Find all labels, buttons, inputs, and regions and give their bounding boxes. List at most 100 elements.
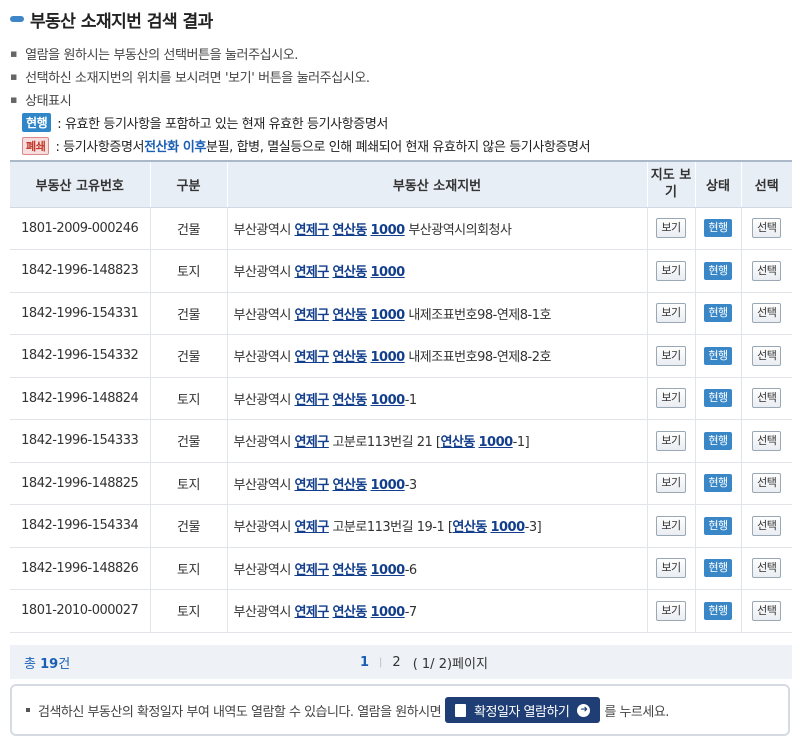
gu-link[interactable]: 연제구 [294,265,329,280]
cell-type: 건물 [150,419,228,463]
dong-link[interactable]: 연산동 [332,308,367,323]
map-view-button[interactable]: 보기 [656,218,686,239]
lot-number-link[interactable]: 1000 [371,308,406,323]
cell-address: 부산광역시 연제구 연산동 1000-3 [227,462,648,505]
cell-select: 선택 [741,249,792,293]
address-suffix: -6 [404,562,417,578]
map-view-button[interactable]: 보기 [656,345,686,366]
dong-link[interactable]: 연산동 [332,563,367,578]
table-row: 1842-1996-154333 건물 부산광역시 연제구 고분로113번길 21 … [10,419,792,463]
cell-id: 1842-1996-154334 [10,504,151,548]
lot-number-link[interactable]: 1000 [478,435,513,450]
dong-link[interactable]: 연산동 [332,605,367,620]
gu-link[interactable]: 연제구 [294,223,329,238]
select-button[interactable]: 선택 [752,473,782,494]
dong-link[interactable]: 연산동 [332,223,367,238]
current-status-badge: 현행 [22,113,52,132]
address-suffix: -7 [404,605,417,621]
lot-number-link[interactable]: 1000 [371,223,406,238]
address-prefix: 부산광역시 [233,605,295,621]
legend-closed-text-b: 분필, 합병, 멸실등으로 인해 폐쇄되어 현재 유효하지 않은 등기사항증명서 [206,140,591,155]
lot-number-link[interactable]: 1000 [371,265,406,280]
gu-link[interactable]: 연제구 [294,393,329,408]
bullet-icon: ▪ [10,93,18,106]
map-view-button[interactable]: 보기 [656,558,686,579]
dong-link[interactable]: 연산동 [332,350,367,365]
select-button[interactable]: 선택 [752,558,782,579]
cell-id: 1842-1996-148823 [10,249,151,293]
status-badge: 현행 [704,516,732,535]
cell-type: 토지 [150,249,228,293]
cell-status: 현행 [695,419,742,463]
page-2-link[interactable]: 2 [392,655,400,670]
select-button[interactable]: 선택 [752,345,782,366]
gu-link[interactable]: 연제구 [294,605,329,620]
map-view-button[interactable]: 보기 [656,388,686,409]
select-button[interactable]: 선택 [752,303,782,324]
cell-status: 현행 [695,207,742,250]
dong-link[interactable]: 연산동 [452,520,487,535]
address-suffix: -3] [524,520,542,536]
map-view-button[interactable]: 보기 [656,303,686,324]
view-confirmation-date-button[interactable]: 확정일자 열람하기 ➜ [445,697,601,723]
gu-link[interactable]: 연제구 [294,563,329,578]
select-button[interactable]: 선택 [752,388,782,409]
cell-type: 토지 [150,462,228,505]
map-view-button[interactable]: 보기 [656,515,686,536]
cell-id: 1842-1996-148825 [10,462,151,505]
lot-number-link[interactable]: 1000 [371,350,406,365]
table-row: 1842-1996-154334 건물 부산광역시 연제구 고분로113번길 19-… [10,504,792,548]
cell-id: 1842-1996-154333 [10,419,151,463]
results-table-container: 부동산 고유번호 구분 부동산 소재지번 지도 보기 상태 선택 1801-20… [10,160,792,633]
status-badge: 현행 [704,431,732,450]
cell-type: 건물 [150,334,228,378]
dong-link[interactable]: 연산동 [332,265,367,280]
select-button[interactable]: 선택 [752,218,782,239]
table-row: 1842-1996-148824 토지 부산광역시 연제구 연산동 1000-1 보기… [10,377,792,420]
status-badge: 현행 [704,559,732,578]
cell-type: 토지 [150,547,228,590]
cell-select: 선택 [741,547,792,590]
confirmation-date-notice: 검색하신 부동산의 확정일자 부여 내역도 열람할 수 있습니다. 열람을 원하… [10,684,790,736]
lot-number-link[interactable]: 1000 [371,605,406,620]
gu-link[interactable]: 연제구 [294,308,329,323]
legend-closed-highlight: 전산화 이후 [144,140,207,155]
select-button[interactable]: 선택 [752,260,782,281]
cell-id: 1801-2010-000027 [10,589,151,633]
gu-link[interactable]: 연제구 [294,478,329,493]
gu-link[interactable]: 연제구 [294,520,329,535]
lot-number-link[interactable]: 1000 [371,563,406,578]
cell-address: 부산광역시 연제구 연산동 1000-6 [227,547,648,590]
lot-number-link[interactable]: 1000 [371,478,406,493]
address-suffix: -1 [404,392,417,408]
cell-map: 보기 [647,249,696,293]
select-button[interactable]: 선택 [752,515,782,536]
cell-id: 1842-1996-154331 [10,292,151,335]
select-button[interactable]: 선택 [752,430,782,451]
cell-select: 선택 [741,589,792,633]
map-view-button[interactable]: 보기 [656,260,686,281]
cell-address: 부산광역시 연제구 고분로113번길 19-1 [연산동 1000-3] [227,504,648,548]
lot-number-link[interactable]: 1000 [371,393,406,408]
page-title: 부동산 소재지번 검색 결과 [10,6,213,32]
map-view-button[interactable]: 보기 [656,430,686,451]
map-view-button[interactable]: 보기 [656,600,686,621]
cell-address: 부산광역시 연제구 연산동 1000 내제조표번호98-연제8-1호 [227,292,648,335]
address-prefix: 부산광역시 [233,477,295,493]
dong-link[interactable]: 연산동 [332,393,367,408]
select-button[interactable]: 선택 [752,600,782,621]
lot-number-link[interactable]: 1000 [490,520,525,535]
address-mid: 고분로113번길 21 [ [328,435,441,451]
gu-link[interactable]: 연제구 [294,435,329,450]
gu-link[interactable]: 연제구 [294,350,329,365]
page-1-link[interactable]: 1 [360,655,369,670]
cell-map: 보기 [647,547,696,590]
dong-link[interactable]: 연산동 [440,435,475,450]
status-badge: 현행 [704,601,732,620]
address-prefix: 부산광역시 [233,520,295,536]
status-badge: 현행 [704,219,732,238]
footer-text-a: 검색하신 부동산의 확정일자 부여 내역도 열람할 수 있습니다. 열람을 원하… [38,704,442,720]
address-prefix: 부산광역시 [233,435,295,451]
dong-link[interactable]: 연산동 [332,478,367,493]
map-view-button[interactable]: 보기 [656,473,686,494]
